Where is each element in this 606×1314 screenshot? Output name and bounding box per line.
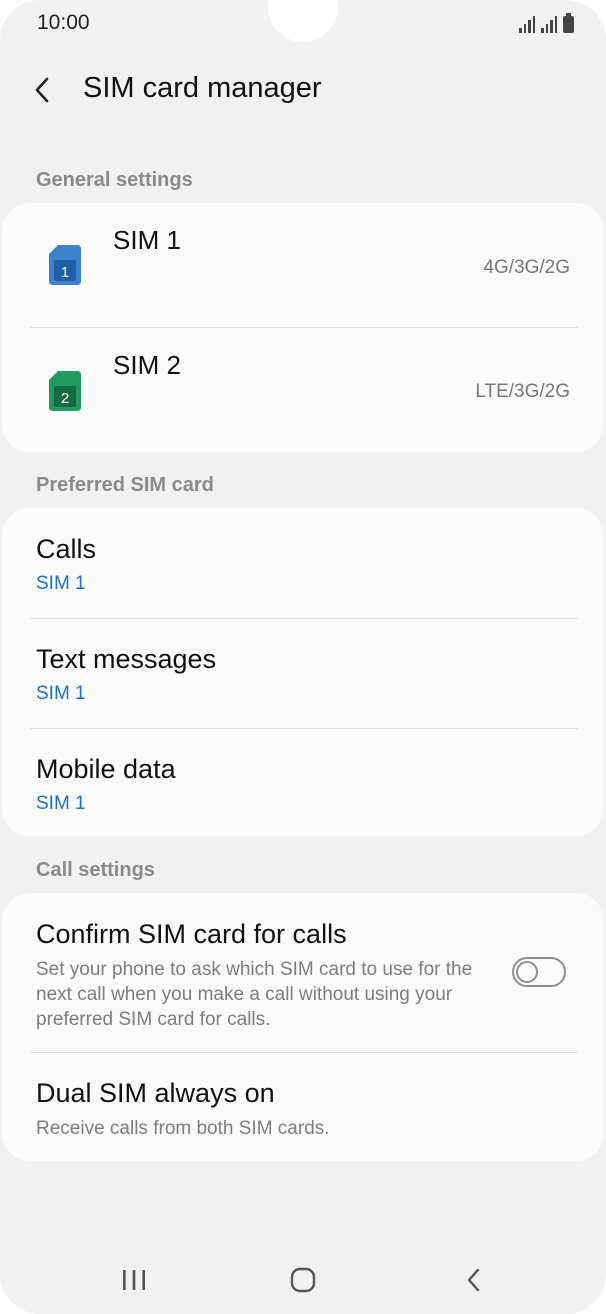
recent-apps-button[interactable] bbox=[104, 1260, 164, 1300]
back-button[interactable] bbox=[22, 66, 62, 114]
signal-sim1-icon bbox=[519, 15, 535, 33]
home-icon bbox=[290, 1267, 316, 1293]
preferred-text-messages-item[interactable]: Text messages SIM 1 bbox=[2, 618, 604, 728]
item-value: SIM 1 bbox=[36, 683, 86, 704]
status-time: 10:00 bbox=[37, 11, 90, 34]
home-button[interactable] bbox=[273, 1260, 333, 1300]
sim-cards-card: 1 SIM 1 4G/3G/2G 2 SIM 2 LTE/3G/2G bbox=[2, 203, 604, 452]
back-nav-button[interactable] bbox=[444, 1260, 504, 1300]
item-value: SIM 1 bbox=[36, 573, 86, 594]
app-header: SIM card manager bbox=[0, 62, 606, 118]
signal-sim2-icon bbox=[541, 15, 557, 33]
preferred-sim-card: Calls SIM 1 Text messages SIM 1 Mobile d… bbox=[2, 508, 604, 836]
page-title: SIM card manager bbox=[83, 72, 322, 104]
sim-row-1[interactable]: 1 SIM 1 4G/3G/2G bbox=[2, 203, 604, 328]
item-value: SIM 1 bbox=[36, 793, 86, 814]
preferred-calls-item[interactable]: Calls SIM 1 bbox=[2, 508, 604, 618]
item-description: Set your phone to ask which SIM card to … bbox=[36, 959, 473, 1030]
sim-card-1-icon: 1 bbox=[49, 245, 81, 285]
battery-icon bbox=[563, 13, 574, 33]
item-title: Calls bbox=[36, 534, 97, 564]
item-description: Receive calls from both SIM cards. bbox=[36, 1118, 330, 1139]
sim-network: LTE/3G/2G bbox=[475, 381, 570, 402]
status-icons bbox=[519, 13, 574, 33]
dual-sim-item[interactable]: Dual SIM always on Receive calls from bo… bbox=[2, 1053, 604, 1161]
sim-network: 4G/3G/2G bbox=[483, 257, 570, 278]
sim-card-2-number: 2 bbox=[61, 390, 69, 407]
confirm-sim-item[interactable]: Confirm SIM card for calls Set your phon… bbox=[2, 893, 604, 1053]
confirm-sim-toggle[interactable] bbox=[512, 957, 566, 987]
toggle-knob bbox=[516, 961, 538, 983]
preferred-mobile-data-item[interactable]: Mobile data SIM 1 bbox=[2, 728, 604, 836]
sim-name: SIM 2 bbox=[113, 350, 181, 380]
section-label-general: General settings bbox=[36, 169, 193, 191]
sim-card-1-number: 1 bbox=[61, 264, 69, 281]
item-title: Confirm SIM card for calls bbox=[36, 919, 347, 949]
item-title: Dual SIM always on bbox=[36, 1078, 275, 1108]
item-title: Mobile data bbox=[36, 754, 176, 784]
call-settings-card: Confirm SIM card for calls Set your phon… bbox=[2, 893, 604, 1161]
section-label-call-settings: Call settings bbox=[36, 859, 155, 881]
camera-notch bbox=[268, 0, 338, 42]
chevron-left-icon bbox=[35, 77, 49, 103]
back-icon bbox=[467, 1268, 480, 1292]
item-title: Text messages bbox=[36, 644, 217, 674]
recent-apps-icon bbox=[123, 1270, 145, 1290]
sim-name: SIM 1 bbox=[113, 225, 181, 255]
sim-card-2-icon: 2 bbox=[49, 371, 81, 411]
sim-row-2[interactable]: 2 SIM 2 LTE/3G/2G bbox=[2, 328, 604, 452]
navigation-bar bbox=[0, 1246, 606, 1314]
phone-screen: 10:00 SIM card manager General settings … bbox=[0, 0, 606, 1314]
section-label-preferred: Preferred SIM card bbox=[36, 474, 214, 496]
